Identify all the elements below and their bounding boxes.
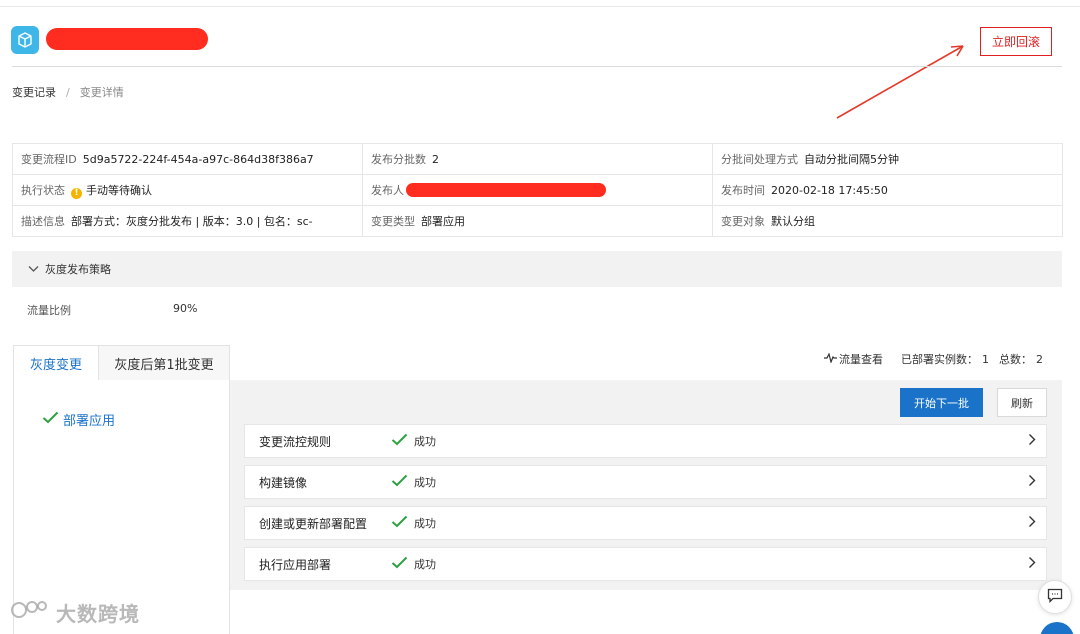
top-border (0, 6, 1080, 7)
step-status-text: 成功 (414, 517, 436, 530)
left-step-deploy[interactable]: 部署应用 (42, 410, 115, 429)
info-cell: 描述信息 部署方式：灰度分批发布 | 版本：3.0 | 包名：sc- (12, 205, 363, 237)
change-target-value: 默认分组 (771, 215, 815, 228)
step-status-text: 成功 (414, 476, 436, 489)
breadcrumb-root[interactable]: 变更记录 (12, 84, 56, 100)
publisher-redaction (406, 183, 606, 197)
info-cell: 执行状态! 手动等待确认 (12, 174, 363, 206)
total-label: 总数： (999, 353, 1032, 366)
watermark: 大数跨境 (10, 598, 140, 627)
check-icon (391, 556, 408, 572)
app-name-redaction (46, 28, 208, 50)
traffic-ratio-row: 流量比例 90% (27, 302, 197, 318)
change-info-table: 变更流程ID 5d9a5722-224f-454a-a97c-864d38f386… (12, 143, 1063, 237)
pulse-icon (824, 351, 837, 366)
publisher-label: 发布人 (371, 184, 404, 197)
check-icon (42, 411, 59, 428)
exec-status-label: 执行状态 (21, 183, 65, 197)
step-row[interactable]: 构建镜像 成功 (244, 465, 1047, 499)
strategy-collapse-header[interactable]: 灰度发布策略 (12, 251, 1062, 287)
traffic-view-link[interactable]: 流量查看 (839, 351, 883, 367)
check-icon (391, 515, 408, 531)
info-cell: 变更类型 部署应用 (362, 205, 713, 237)
cube-icon (11, 26, 39, 54)
traffic-ratio-value: 90% (173, 302, 198, 315)
step-name: 构建镜像 (259, 475, 308, 490)
check-icon (391, 433, 408, 449)
chevron-right-icon[interactable] (1028, 556, 1036, 573)
step-status: 成功 (391, 515, 436, 531)
help-fab[interactable] (1040, 622, 1074, 634)
info-cell: 分批间处理方式 自动分批间隔5分钟 (712, 143, 1063, 175)
step-row[interactable]: 变更流控规则 成功 (244, 424, 1047, 458)
info-cell: 发布分批数 2 (362, 143, 713, 175)
info-cell: 变更流程ID 5d9a5722-224f-454a-a97c-864d38f386… (12, 143, 363, 175)
change-type-value: 部署应用 (421, 215, 465, 228)
info-row: 描述信息 部署方式：灰度分批发布 | 版本：3.0 | 包名：sc- 变更类型 部署… (12, 205, 1063, 237)
traffic-ratio-label: 流量比例 (27, 304, 71, 317)
chevron-right-icon[interactable] (1028, 515, 1036, 532)
deployed-label: 已部署实例数： (901, 353, 978, 366)
info-cell: 发布时间 2020-02-18 17:45:50 (712, 174, 1063, 206)
check-icon (391, 474, 408, 490)
left-step-label: 部署应用 (63, 414, 116, 429)
step-row[interactable]: 执行应用部署 成功 (244, 547, 1047, 581)
watermark-text: 大数跨境 (56, 602, 140, 626)
step-status-text: 成功 (414, 558, 436, 571)
start-next-batch-button[interactable]: 开始下一批 (900, 388, 983, 417)
info-cell: 变更对象 默认分组 (712, 205, 1063, 237)
chat-button[interactable] (1038, 580, 1072, 614)
refresh-button[interactable]: 刷新 (997, 388, 1047, 417)
change-type-label: 变更类型 (371, 215, 415, 228)
batch-mode-value: 自动分批间隔5分钟 (804, 153, 899, 166)
watermark-logo-icon (10, 599, 50, 626)
step-status: 成功 (391, 433, 436, 449)
total-value: 2 (1036, 352, 1043, 366)
batches-value: 2 (432, 153, 439, 166)
chat-icon (1047, 588, 1063, 606)
step-status: 成功 (391, 474, 436, 490)
breadcrumb-separator: / (66, 85, 70, 99)
breadcrumb-current: 变更详情 (79, 86, 124, 99)
batches-label: 发布分批数 (371, 153, 426, 166)
batch-mode-label: 分批间处理方式 (721, 153, 798, 166)
info-row: 变更流程ID 5d9a5722-224f-454a-a97c-864d38f386… (12, 143, 1063, 175)
exec-status-value: 手动等待确认 (86, 183, 152, 197)
annotation-arrow (836, 45, 964, 119)
step-name: 创建或更新部署配置 (259, 516, 368, 531)
step-list-panel: 部署应用 (13, 380, 230, 634)
step-status-text: 成功 (414, 435, 436, 448)
chevron-right-icon[interactable] (1028, 433, 1036, 450)
rollback-button[interactable]: 立即回滚 (980, 27, 1052, 56)
step-row[interactable]: 创建或更新部署配置 成功 (244, 506, 1047, 540)
chevron-down-icon (28, 263, 39, 276)
change-target-label: 变更对象 (721, 215, 765, 228)
tab-first-batch-change[interactable]: 灰度后第1批变更 (99, 345, 230, 381)
batch-tabs: 灰度变更 灰度后第1批变更 (13, 345, 230, 381)
header-divider (12, 66, 1062, 67)
info-row: 执行状态! 手动等待确认 发布人 发布时间 2020-02-18 17:45:50 (12, 174, 1063, 206)
tab-gray-change[interactable]: 灰度变更 (13, 345, 99, 381)
publish-time-label: 发布时间 (721, 184, 765, 197)
warning-icon: ! (71, 187, 82, 199)
desc-label: 描述信息 (21, 215, 65, 228)
chevron-right-icon[interactable] (1028, 474, 1036, 491)
deploy-meta: 流量查看 已部署实例数： 1 总数： 2 (824, 351, 1043, 367)
breadcrumb: 变更记录 / 变更详情 (12, 84, 124, 100)
process-id-label: 变更流程ID (21, 153, 77, 166)
step-name: 执行应用部署 (259, 557, 332, 572)
desc-value: 部署方式：灰度分批发布 | 版本：3.0 | 包名：sc- (71, 215, 313, 228)
info-cell: 发布人 (362, 174, 713, 206)
deployed-value: 1 (982, 352, 989, 366)
publish-time-value: 2020-02-18 17:45:50 (771, 184, 888, 197)
step-status: 成功 (391, 556, 436, 572)
process-id-value: 5d9a5722-224f-454a-a97c-864d38f386a7 (82, 153, 314, 166)
strategy-title: 灰度发布策略 (45, 263, 111, 276)
step-name: 变更流控规则 (259, 434, 332, 449)
